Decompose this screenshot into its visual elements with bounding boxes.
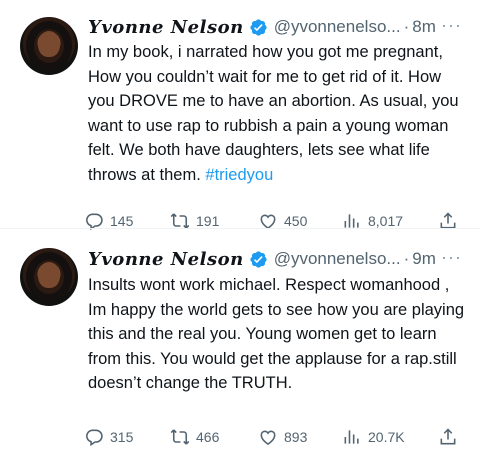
- verified-badge-icon: [250, 250, 267, 268]
- tweet-header: Yvonne Nelson @yvonnenelso... · 8m ···: [88, 14, 466, 40]
- view-count: 20.7K: [368, 429, 405, 445]
- tweet-header: Yvonne Nelson @yvonnenelso... · 9m ···: [88, 246, 466, 272]
- reply-count: 145: [110, 213, 134, 229]
- view-count: 8,017: [368, 213, 404, 229]
- tweet-text: Insults wont work michael. Respect woman…: [88, 273, 468, 396]
- separator: ·: [403, 249, 410, 268]
- share-button[interactable]: [438, 427, 464, 447]
- views-icon: [344, 430, 359, 444]
- author-name[interactable]: Yvonne Nelson: [88, 17, 244, 38]
- author-handle[interactable]: @yvonnenelso...: [274, 17, 401, 37]
- retweet-icon: [170, 429, 190, 445]
- avatar[interactable]: [20, 248, 78, 306]
- reply-icon: [86, 429, 103, 447]
- like-icon: [260, 430, 276, 446]
- hashtag-link[interactable]: #triedyou: [205, 166, 273, 184]
- timestamp[interactable]: 8m: [412, 17, 436, 37]
- tweet[interactable]: Yvonne Nelson @yvonnenelso... · 9m ··· I…: [0, 228, 480, 458]
- verified-badge-icon: [250, 18, 267, 36]
- action-bar: 315 466 893 20.7K: [84, 425, 464, 449]
- like-count: 450: [284, 213, 308, 229]
- tweet-text: In my book, i narrated how you got me pr…: [88, 40, 468, 187]
- more-options-icon[interactable]: ···: [441, 247, 462, 268]
- author-handle[interactable]: @yvonnenelso...: [274, 249, 401, 269]
- like-count: 893: [284, 429, 308, 445]
- views-button[interactable]: 20.7K: [342, 427, 405, 447]
- retweet-count: 191: [196, 213, 220, 229]
- timestamp[interactable]: 9m: [412, 249, 436, 269]
- tweet[interactable]: Yvonne Nelson @yvonnenelso... · 8m ··· I…: [0, 0, 480, 231]
- like-button[interactable]: 893: [258, 427, 307, 447]
- tweet-body: In my book, i narrated how you got me pr…: [88, 43, 459, 184]
- author-name[interactable]: Yvonne Nelson: [88, 249, 244, 270]
- retweet-button[interactable]: 466: [170, 427, 219, 447]
- avatar[interactable]: [20, 17, 78, 75]
- tweet-body: Insults wont work michael. Respect woman…: [88, 276, 465, 392]
- separator: ·: [403, 17, 410, 36]
- reply-count: 315: [110, 429, 134, 445]
- share-icon: [440, 428, 456, 445]
- retweet-count: 466: [196, 429, 220, 445]
- reply-button[interactable]: 315: [84, 427, 133, 447]
- more-options-icon[interactable]: ···: [441, 15, 462, 36]
